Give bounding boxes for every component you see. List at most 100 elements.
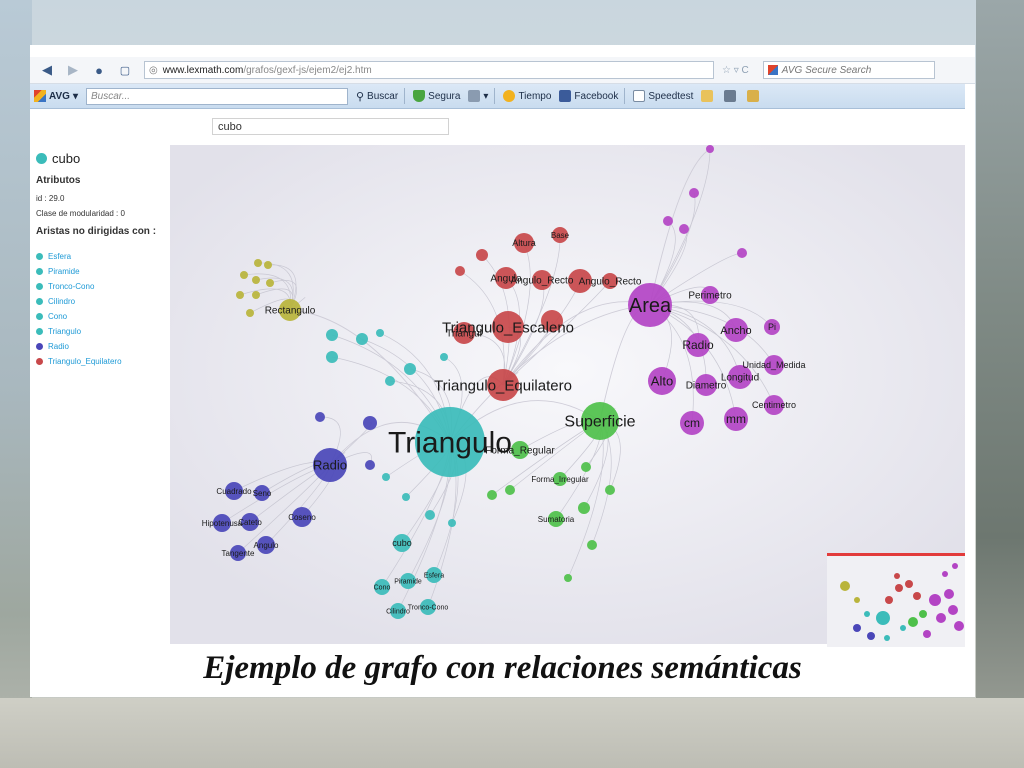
- edge-item[interactable]: Piramide: [36, 264, 122, 279]
- graph-node: [679, 224, 689, 234]
- background-photo-left: [0, 0, 32, 768]
- node-label: Perimetro: [688, 291, 732, 302]
- graph-node: [385, 376, 395, 386]
- node-label: Coseno: [288, 513, 316, 522]
- graph-node: [264, 261, 272, 269]
- toolbar-speedtest-button[interactable]: Speedtest: [633, 90, 693, 102]
- minimap-node: [864, 611, 870, 617]
- graph-node: [363, 416, 377, 430]
- toolbar-divider: [494, 88, 496, 104]
- toolbar-facebook-button[interactable]: Facebook: [559, 90, 618, 102]
- minimap-node: [895, 584, 903, 592]
- chevron-down-icon: ▾: [72, 90, 78, 102]
- toolbar-extra-button[interactable]: [747, 90, 762, 102]
- graph-node: [326, 351, 338, 363]
- toolbar-search-input[interactable]: Buscar...: [85, 87, 348, 105]
- toolbar-divider: [624, 88, 626, 104]
- node-label: mm: [726, 412, 746, 426]
- avg-logo[interactable]: AVG ▾: [34, 90, 78, 102]
- toolbar-weather-button[interactable]: Tiempo: [503, 90, 551, 102]
- url-host: www.lexmath.com: [162, 64, 244, 76]
- minimap-node: [854, 597, 860, 603]
- url-bar[interactable]: ◎ www.lexmath.com /grafos/gexf-js/ejem2/…: [144, 61, 714, 79]
- edge-color-dot: [36, 253, 43, 260]
- edge-item[interactable]: Radio: [36, 339, 122, 354]
- node-label: Angulo_Recto: [511, 276, 574, 287]
- facebook-icon: [559, 90, 572, 102]
- toolbar-secure-label: Segura: [428, 90, 461, 102]
- graph-node: [382, 473, 390, 481]
- node-label: Radio: [682, 338, 714, 352]
- globe-icon: ◎: [149, 64, 158, 76]
- background-photo-right: [976, 0, 1024, 768]
- attributes-heading: Atributos: [36, 175, 81, 186]
- node-title: cubo: [36, 151, 80, 166]
- minimap-node: [867, 632, 875, 640]
- graph-node: [246, 309, 254, 317]
- edge-item[interactable]: Triangulo_Equilatero: [36, 354, 122, 369]
- shield-icon: [413, 90, 426, 102]
- graph-node: [236, 291, 244, 299]
- node-label: cm: [684, 416, 700, 430]
- graph-node: [737, 248, 747, 258]
- browser-navigation-bar: ◀ ▶ ● ▢ ◎ www.lexmath.com /grafos/gexf-j…: [30, 57, 975, 84]
- minimap-svg: [840, 563, 964, 641]
- forward-arrow-icon[interactable]: ▶: [64, 61, 82, 79]
- toolbar-search-label: Buscar: [367, 90, 399, 102]
- toolbar-notes-button[interactable]: [701, 90, 716, 102]
- browser-search-box[interactable]: AVG Secure Search: [762, 61, 935, 79]
- graph-node: [663, 216, 673, 226]
- toolbar-divider: [404, 88, 406, 104]
- graph-node: [487, 490, 497, 500]
- back-arrow-icon[interactable]: ◀: [38, 61, 56, 79]
- edge-label: Esfera: [48, 252, 72, 261]
- chevron-down-icon: ▾: [483, 90, 489, 102]
- edge-color-dot: [36, 343, 43, 350]
- graph-node: [605, 485, 615, 495]
- node-label: Triangulo_Equilatero: [434, 377, 572, 394]
- node-label: Triangul: [446, 329, 482, 340]
- sun-icon: [503, 90, 516, 102]
- edge-item[interactable]: Esfera: [36, 249, 122, 264]
- edge-label: Piramide: [48, 267, 80, 276]
- minimap-node: [840, 581, 850, 591]
- node-label: Hipotenusa: [202, 519, 243, 528]
- search-engine-label: AVG Secure Search: [781, 64, 872, 76]
- toolbar-search-button[interactable]: ⚲ Buscar: [356, 90, 398, 103]
- node-label: Ancho: [720, 325, 751, 337]
- edges-heading: Aristas no dirigidas con :: [36, 226, 157, 237]
- edge-item[interactable]: Triangulo: [36, 324, 122, 339]
- graph-search-input[interactable]: cubo: [212, 118, 449, 135]
- window-icon[interactable]: ▢: [116, 61, 134, 79]
- node-label: Cilindro: [386, 608, 410, 615]
- minimap-node: [948, 605, 958, 615]
- url-tools[interactable]: ☆ ▿ C: [722, 65, 749, 76]
- graph-node: [440, 353, 448, 361]
- node-label: Longitud: [721, 373, 759, 384]
- graph-node: [425, 510, 435, 520]
- minimap-node: [885, 596, 893, 604]
- edge-item[interactable]: Cilindro: [36, 294, 122, 309]
- minimap-node: [923, 630, 931, 638]
- slide-caption: Ejemplo de grafo con relaciones semántic…: [203, 650, 802, 686]
- toolbar-calculator-button[interactable]: [724, 90, 739, 102]
- home-icon[interactable]: ●: [90, 61, 108, 79]
- edge-item[interactable]: Cono: [36, 309, 122, 324]
- graph-node: [240, 271, 248, 279]
- node-label: Radio: [313, 458, 347, 473]
- toolbar-trash-button[interactable]: ▾: [468, 90, 488, 102]
- minimap-node: [913, 592, 921, 600]
- minimap-node: [876, 611, 890, 625]
- node-label: Cono: [374, 584, 391, 591]
- node-info-sidebar: cubo Atributos id : 29.0 Clase de modula…: [30, 145, 170, 644]
- calculator-icon: [724, 90, 737, 102]
- minimap[interactable]: [827, 553, 965, 647]
- node-label: Forma_Irregular: [531, 475, 589, 484]
- node-label: Alto: [651, 374, 673, 389]
- minimap-node: [936, 613, 946, 623]
- speedometer-icon: [633, 90, 646, 102]
- graph-node: [315, 412, 325, 422]
- toolbar-secure-button[interactable]: Segura: [413, 90, 460, 102]
- notepad-icon: [701, 90, 714, 102]
- edge-item[interactable]: Tronco-Cono: [36, 279, 122, 294]
